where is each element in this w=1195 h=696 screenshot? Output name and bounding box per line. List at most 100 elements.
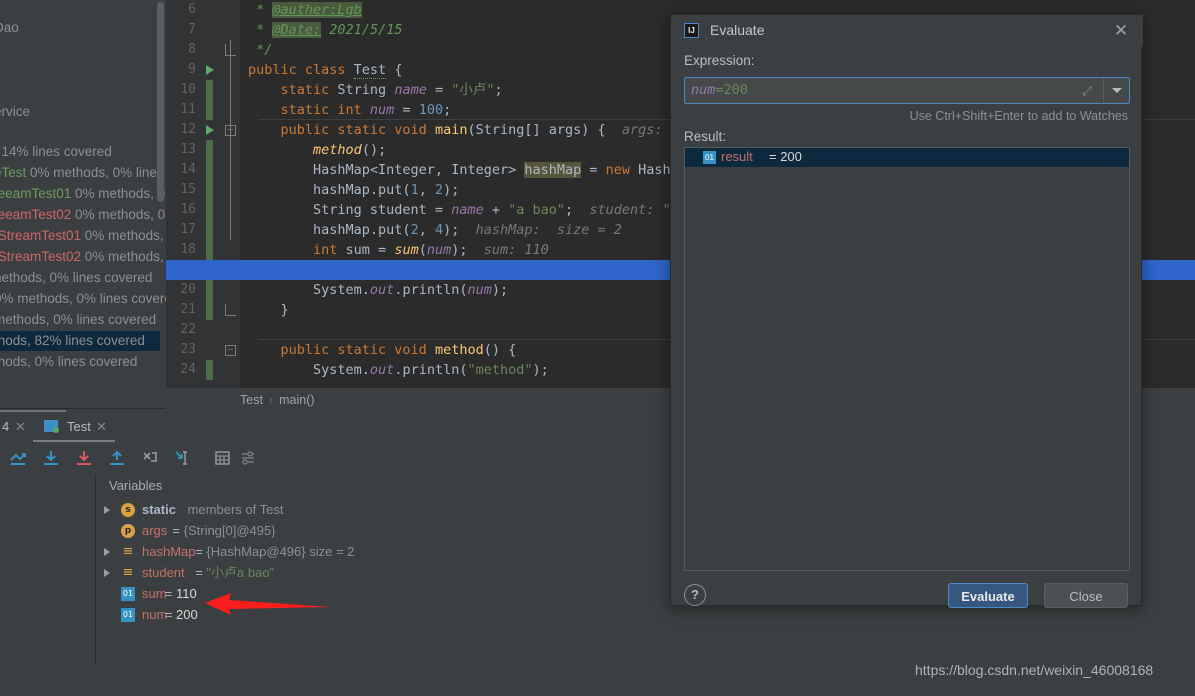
coverage-indicator[interactable] <box>206 160 213 180</box>
run-gutter-icon[interactable] <box>206 125 214 135</box>
expand-editor-icon[interactable]: ⤢ <box>1079 83 1095 99</box>
tab-close-4[interactable]: ✕ <box>15 412 26 442</box>
expression-identifier: num <box>691 82 716 98</box>
line-number: 10 <box>180 82 196 97</box>
result-row[interactable]: 01 result = 200 <box>685 148 1129 167</box>
fold-end-icon[interactable] <box>225 304 236 316</box>
coverage-indicator[interactable] <box>206 240 213 260</box>
coverage-indicator[interactable] <box>206 300 213 320</box>
coverage-item-label: tStreamTest02 <box>0 249 82 264</box>
tab-close-test[interactable]: ✕ <box>96 412 107 442</box>
force-step-into-icon[interactable] <box>140 448 160 468</box>
coverage-list-item[interactable]: tStreamTest01 0% methods, <box>0 226 164 246</box>
line-number: 14 <box>180 162 196 177</box>
line-number: 13 <box>180 142 196 157</box>
show-execution-point-icon[interactable] <box>8 448 28 468</box>
coverage-list-item[interactable]: , 14% lines covered <box>0 142 112 162</box>
close-icon[interactable]: ✕ <box>1111 21 1131 41</box>
editor-top-divider <box>1075 0 1076 14</box>
coverage-list-item[interactable]: teeamTest02 0% methods, 0 <box>0 205 165 225</box>
coverage-item-label: , 14% lines covered <box>0 144 112 159</box>
coverage-list-item[interactable]: 0% methods, 0% lines covere <box>0 289 166 309</box>
coverage-item-label: thods, 0% lines covered <box>0 354 138 369</box>
variable-value: 110 <box>176 586 197 601</box>
variable-assign: = "小卢a bao" <box>195 565 275 580</box>
coverage-list-item[interactable]: ervice <box>0 102 30 122</box>
left-panel-scrollbar[interactable] <box>157 2 164 202</box>
coverage-list-item[interactable]: Dao <box>0 18 19 38</box>
expression-input[interactable]: num=200 ⤢ <box>684 77 1130 104</box>
variable-type-icon: p <box>121 524 135 538</box>
help-button[interactable]: ? <box>684 584 706 606</box>
coverage-list-item[interactable]: thods, 82% lines covered <box>0 331 160 351</box>
fold-collapse-icon[interactable]: – <box>225 345 236 356</box>
expand-arrow-icon[interactable] <box>104 548 110 556</box>
coverage-item-label: ervice <box>0 104 31 119</box>
coverage-item-label: methods, 0% lines covered <box>0 312 157 327</box>
watermark: https://blog.csdn.net/weixin_46008168 <box>915 662 1154 678</box>
coverage-indicator[interactable] <box>206 100 213 120</box>
coverage-indicator[interactable] <box>206 140 213 160</box>
run-gutter-icon[interactable] <box>206 65 214 75</box>
coverage-indicator[interactable] <box>206 80 213 100</box>
variable-type-icon: 01 <box>121 608 135 622</box>
coverage-list-item[interactable]: nethods, 0% lines covered <box>0 268 152 288</box>
fold-region-line <box>230 40 231 240</box>
coverage-list-item[interactable]: tStreamTest02 0% methods, <box>0 247 164 267</box>
step-over-icon[interactable] <box>41 448 61 468</box>
step-out-icon[interactable] <box>107 448 127 468</box>
breadcrumb-class[interactable]: Test <box>240 393 263 407</box>
ide-window: Dao ervice , 14% lines covered eTest 0% met… <box>0 0 1195 696</box>
coverage-item-label: thods, 82% lines covered <box>0 333 145 348</box>
evaluate-expression-icon[interactable] <box>212 448 232 468</box>
expression-value: num=200 <box>691 82 748 98</box>
breadcrumb-method[interactable]: main() <box>279 393 314 407</box>
step-into-icon[interactable] <box>74 448 94 468</box>
red-arrow-annotation <box>205 592 335 627</box>
coverage-indicator[interactable] <box>206 360 213 380</box>
coverage-item-label: 0% methods, 0% lines covere <box>0 291 166 306</box>
frames-pane[interactable]: ot.test) <box>0 474 95 664</box>
result-name: result <box>721 149 753 164</box>
expand-arrow-icon[interactable] <box>104 569 110 577</box>
variable-name: sum <box>142 586 167 601</box>
coverage-indicator[interactable] <box>206 180 213 200</box>
coverage-indicator[interactable] <box>206 200 213 220</box>
run-to-cursor-icon[interactable] <box>172 448 192 468</box>
close-button[interactable]: Close <box>1044 583 1128 608</box>
line-number: 11 <box>180 102 196 117</box>
variable-type-icon: ≡ <box>122 565 134 580</box>
tab-label-test[interactable]: Test <box>67 412 91 442</box>
debug-session-icon <box>44 420 59 433</box>
coverage-item-stats: 0% methods, 0% lines <box>26 165 164 180</box>
variable-assign: = 200 <box>164 607 198 622</box>
evaluate-button[interactable]: Evaluate <box>948 583 1028 608</box>
coverage-project-panel[interactable]: Dao ervice , 14% lines covered eTest 0% met… <box>0 0 166 410</box>
chevron-down-icon[interactable] <box>1103 78 1129 102</box>
watches-hint: Use Ctrl+Shift+Enter to add to Watches <box>909 109 1128 123</box>
layout-settings-icon[interactable] <box>238 448 258 468</box>
result-tree[interactable]: 01 result = 200 <box>684 147 1130 571</box>
expression-rest: =200 <box>715 82 748 98</box>
result-label: Result: <box>684 129 727 144</box>
coverage-list-item[interactable]: eTest 0% methods, 0% lines <box>0 163 164 183</box>
coverage-list-item[interactable]: thods, 0% lines covered <box>0 352 137 372</box>
tab-label-4[interactable]: 4 <box>2 412 9 442</box>
line-number: 7 <box>188 22 196 37</box>
coverage-list-item[interactable]: methods, 0% lines covered <box>0 310 156 330</box>
coverage-item-stats: 0% methods, 0 <box>71 186 166 201</box>
result-value: = 200 <box>769 149 802 164</box>
variable-assign: = {String[0]@495} <box>172 523 276 538</box>
line-number: 22 <box>180 322 196 337</box>
coverage-list-item[interactable]: teeamTest01 0% methods, 0 <box>0 184 165 204</box>
variable-value: 200 <box>176 607 198 622</box>
coverage-item-label: Dao <box>0 20 19 35</box>
coverage-item-stats: 0% methods, <box>81 249 164 264</box>
coverage-indicator[interactable] <box>206 220 213 240</box>
coverage-item-label: teeamTest01 <box>0 186 72 201</box>
coverage-indicator[interactable] <box>206 280 213 300</box>
variable-type-icon: ≡ <box>122 544 134 559</box>
expand-arrow-icon[interactable] <box>104 506 110 514</box>
dialog-title-bar[interactable]: IJ Evaluate ✕ <box>671 15 1143 47</box>
variable-value: {String[0]@495} <box>183 523 276 538</box>
